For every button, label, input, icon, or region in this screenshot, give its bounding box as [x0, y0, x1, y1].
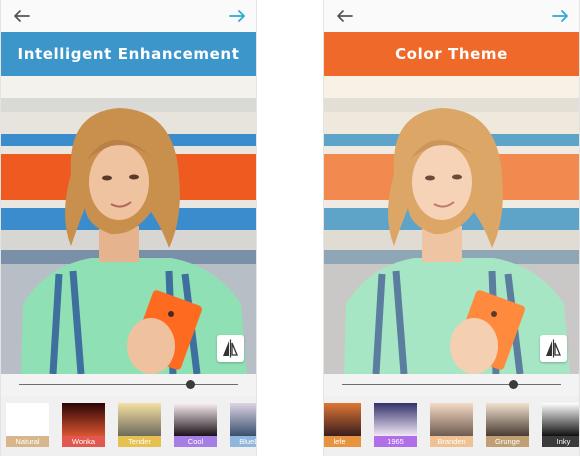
portrait-photo	[1, 76, 256, 374]
title-banner: Intelligent Enhancement	[1, 32, 256, 76]
filter-label: Cool	[174, 436, 217, 447]
filter-swatch	[324, 403, 361, 436]
top-bar	[1, 0, 256, 32]
slider-knob[interactable]	[185, 380, 195, 389]
filter-swatch	[430, 403, 473, 436]
filter-swatch	[542, 403, 579, 436]
filter-strip[interactable]: lefe 1965 Branden Grunge Inky	[324, 396, 579, 456]
compare-split-icon	[546, 339, 561, 358]
filter-swatch	[174, 403, 217, 436]
filter-lefe[interactable]: lefe	[324, 403, 361, 447]
compare-button[interactable]	[217, 335, 244, 362]
photo-preview	[324, 76, 579, 374]
filter-swatch	[486, 403, 529, 436]
filter-label: Inky	[542, 436, 579, 447]
intensity-slider[interactable]	[324, 374, 579, 396]
filter-label: 1965	[374, 436, 417, 447]
screen-title: Color Theme	[395, 45, 508, 63]
filter-strip[interactable]: Natural Wonka Tender Cool BlueDa	[1, 396, 256, 456]
slider-track	[342, 384, 561, 385]
slider-track	[19, 384, 238, 385]
filter-label: Natural	[6, 436, 49, 447]
top-bar	[324, 0, 579, 32]
screen-title: Intelligent Enhancement	[17, 45, 240, 63]
filter-label: Wonka	[62, 436, 105, 447]
next-button[interactable]	[226, 6, 248, 26]
filter-label: Tender	[118, 436, 161, 447]
arrow-left-icon	[14, 10, 30, 22]
filter-tender[interactable]: Tender	[118, 403, 161, 447]
filter-swatch	[374, 403, 417, 436]
filter-label: Grunge	[486, 436, 529, 447]
photo-preview	[1, 76, 256, 374]
compare-split-icon	[223, 339, 238, 358]
next-button[interactable]	[549, 6, 571, 26]
arrow-right-icon	[229, 10, 245, 22]
back-button[interactable]	[334, 6, 356, 26]
filter-swatch	[62, 403, 105, 436]
filter-swatch	[230, 403, 256, 436]
title-banner: Color Theme	[324, 32, 579, 76]
screen-intelligent-enhancement: Intelligent Enhancement Natural Wonka Te…	[0, 0, 257, 456]
screen-color-theme: Color Theme lefe 1965 Branden Grunge Ink…	[323, 0, 580, 456]
filter-natural[interactable]: Natural	[6, 403, 49, 447]
filter-blueda[interactable]: BlueDa	[230, 403, 256, 447]
compare-button[interactable]	[540, 335, 567, 362]
filter-cool[interactable]: Cool	[174, 403, 217, 447]
filter-swatch	[118, 403, 161, 436]
arrow-left-icon	[337, 10, 353, 22]
filter-grunge[interactable]: Grunge	[486, 403, 529, 447]
slider-knob[interactable]	[508, 380, 518, 389]
filter-label: lefe	[324, 436, 361, 447]
arrow-right-icon	[552, 10, 568, 22]
filter-1965[interactable]: 1965	[374, 403, 417, 447]
portrait-photo	[324, 76, 579, 374]
filter-swatch	[6, 403, 49, 436]
filter-inky[interactable]: Inky	[542, 403, 579, 447]
filter-label: BlueDa	[230, 436, 256, 447]
filter-label: Branden	[430, 436, 473, 447]
filter-branden[interactable]: Branden	[430, 403, 473, 447]
filter-wonka[interactable]: Wonka	[62, 403, 105, 447]
intensity-slider[interactable]	[1, 374, 256, 396]
back-button[interactable]	[11, 6, 33, 26]
